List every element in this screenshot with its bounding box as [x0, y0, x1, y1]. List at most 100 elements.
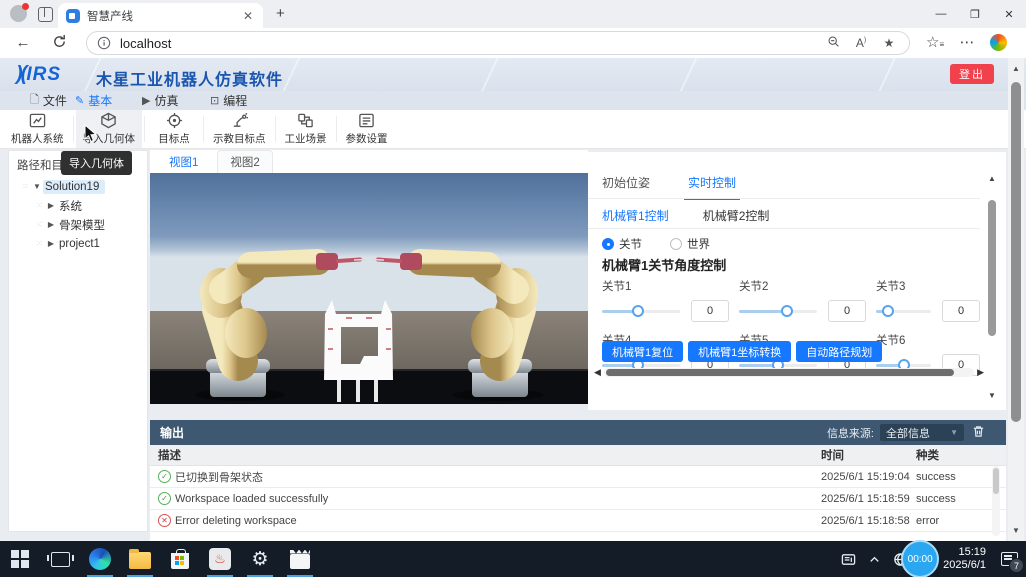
back-icon[interactable]: ←	[14, 34, 32, 52]
toolbar-robot-system-button[interactable]: 机器人系统	[4, 110, 71, 148]
tree-item-solution19[interactable]: ⁙ ▼ Solution19	[9, 177, 147, 196]
scrollbar-thumb[interactable]	[1011, 82, 1021, 422]
toolbar-industrial-scene-button[interactable]: 工业场景	[278, 110, 334, 148]
panel-vertical-scrollbar[interactable]: ▲ ▼	[986, 174, 998, 400]
3d-viewport[interactable]	[150, 173, 588, 404]
joint1-value-input[interactable]	[691, 300, 729, 322]
viewport-tabs: 视图1 视图2	[150, 150, 588, 174]
joint3-label: 关节3	[876, 278, 980, 294]
site-info-icon[interactable]	[97, 36, 111, 50]
scroll-down-icon[interactable]: ▼	[986, 391, 998, 400]
window-close-button[interactable]: ✕	[992, 0, 1026, 28]
tab-close-icon[interactable]: ✕	[241, 9, 255, 23]
param-settings-icon	[358, 112, 375, 129]
joint3-slider[interactable]	[876, 300, 931, 322]
scroll-left-icon[interactable]: ◀	[594, 367, 604, 378]
panel-horizontal-scrollbar[interactable]: ◀ ▶	[594, 366, 984, 378]
taskbar-store-icon[interactable]	[160, 541, 200, 577]
joint3-value-input[interactable]	[942, 300, 980, 322]
browser-tab[interactable]: 智慧产线 ✕	[58, 3, 263, 28]
toolbar-param-settings-button[interactable]: 参数设置	[339, 110, 395, 148]
joint6-label: 关节6	[876, 332, 980, 348]
window-minimize-button[interactable]: —	[924, 0, 958, 28]
taskbar-explorer-icon[interactable]	[120, 541, 160, 577]
notification-badge: 7	[1009, 558, 1024, 573]
zoom-icon[interactable]	[823, 35, 843, 51]
chevron-right-icon[interactable]: ▶	[45, 220, 57, 229]
scroll-right-icon[interactable]: ▶	[974, 367, 984, 378]
clear-log-icon[interactable]	[972, 425, 992, 441]
refresh-icon[interactable]	[50, 34, 68, 52]
menu-item-basic[interactable]: ✎基本	[75, 91, 112, 110]
start-button[interactable]	[0, 541, 40, 577]
output-scrollbar[interactable]	[992, 466, 1000, 536]
joint2-value-input[interactable]	[828, 300, 866, 322]
output-panel: 输出 信息来源: 全部信息 ▼ 描述 时间 种类 ✓已切换到骨架状态 2025/…	[150, 420, 1006, 541]
task-view-button[interactable]	[40, 541, 80, 577]
window-restore-button[interactable]: ❐	[958, 0, 992, 28]
tab-initial-pose[interactable]: 初始位姿	[602, 174, 650, 191]
col-type: 种类	[916, 447, 1006, 463]
scroll-up-icon[interactable]: ▲	[1008, 64, 1024, 73]
tree-item-project1[interactable]: ⁙ ▶ project1	[9, 234, 147, 253]
arm1-coordinate-transform-button[interactable]: 机械臂1坐标转换	[688, 341, 791, 362]
new-tab-button[interactable]: +	[276, 5, 285, 22]
chevron-down-icon[interactable]: ▼	[31, 182, 43, 191]
robot-system-icon	[29, 112, 46, 129]
chevron-right-icon[interactable]: ▶	[45, 239, 57, 248]
taskbar-media-icon[interactable]	[280, 541, 320, 577]
radio-dot-icon	[602, 238, 614, 250]
tree-item-skeleton-model[interactable]: ⁙ ▶ 骨架模型	[9, 215, 147, 234]
copilot-icon[interactable]	[990, 34, 1007, 51]
tab-arm2-control[interactable]: 机械臂2控制	[703, 207, 770, 224]
status-icon: ✕	[158, 514, 171, 527]
taskbar-edge-icon[interactable]	[80, 541, 120, 577]
hidden-icons-chevron[interactable]	[861, 552, 887, 567]
clock-date: 2025/6/1	[943, 559, 986, 572]
read-aloud-icon[interactable]: A)	[851, 36, 871, 50]
source-select[interactable]: 全部信息 ▼	[880, 424, 964, 441]
browser-profile-icon[interactable]	[10, 5, 27, 22]
status-icon: ✓	[158, 470, 171, 483]
taskbar-clock[interactable]: 00:00 15:19 2025/6/1	[943, 546, 986, 572]
tab-title: 智慧产线	[87, 8, 241, 24]
arm-subtabs: 机械臂1控制 机械臂2控制	[602, 207, 769, 224]
menu-item-file[interactable]: 🗋文件	[30, 91, 67, 110]
logout-button[interactable]: 登出	[950, 64, 994, 84]
url-text: localhost	[120, 36, 815, 51]
favorite-star-icon[interactable]: ★	[879, 36, 899, 50]
output-title: 输出	[160, 424, 827, 441]
notification-center-button[interactable]: 7	[992, 541, 1026, 577]
tree-item-system[interactable]: ⁙ ▶ 系统	[9, 196, 147, 215]
screen-recorder-timer[interactable]: 00:00	[901, 540, 939, 577]
menu-item-programming[interactable]: ⊡编程	[210, 91, 247, 110]
browser-toolbar: ← localhost A) ★ ☆≡ ⋯	[0, 28, 1026, 59]
radio-world[interactable]: 世界	[670, 236, 710, 252]
collections-icon[interactable]: ☆≡	[926, 34, 944, 52]
taskbar-java-app-icon[interactable]: ♨	[200, 541, 240, 577]
tab-realtime-control[interactable]: 实时控制	[688, 174, 736, 191]
address-bar[interactable]: localhost A) ★	[86, 31, 910, 55]
tab-actions-icon[interactable]	[38, 7, 53, 22]
tab-arm1-control[interactable]: 机械臂1控制	[602, 207, 669, 224]
toolbar-teach-target-button[interactable]: 示教目标点	[206, 110, 273, 148]
joint-control-heading: 机械臂1关节角度控制	[602, 255, 726, 274]
scroll-up-icon[interactable]: ▲	[986, 174, 998, 183]
menu-item-simulation[interactable]: ▶仿真	[142, 91, 178, 110]
chevron-right-icon[interactable]: ▶	[45, 201, 57, 210]
joint2-slider[interactable]	[739, 300, 817, 322]
arm1-reset-button[interactable]: 机械臂1复位	[602, 341, 683, 362]
more-options-icon[interactable]: ⋯	[958, 34, 976, 52]
taskbar-settings-icon[interactable]: ⚙	[240, 541, 280, 577]
auto-path-planning-button[interactable]: 自动路径规划	[796, 341, 882, 362]
joint1-slider[interactable]	[602, 300, 680, 322]
taskbar: ♨ ⚙ 00:00 15:19 2025/6/1 7	[0, 541, 1026, 577]
news-widget-icon[interactable]	[835, 552, 861, 567]
tab-view2[interactable]: 视图2	[217, 150, 272, 173]
radio-joint[interactable]: 关节	[602, 236, 642, 252]
scroll-down-icon[interactable]: ▼	[1008, 526, 1024, 535]
code-icon: ⊡	[210, 94, 219, 107]
toolbar-target-point-button[interactable]: 目标点	[147, 110, 201, 148]
tab-view1[interactable]: 视图1	[156, 150, 211, 173]
page-scrollbar[interactable]: ▲ ▼	[1008, 58, 1024, 541]
